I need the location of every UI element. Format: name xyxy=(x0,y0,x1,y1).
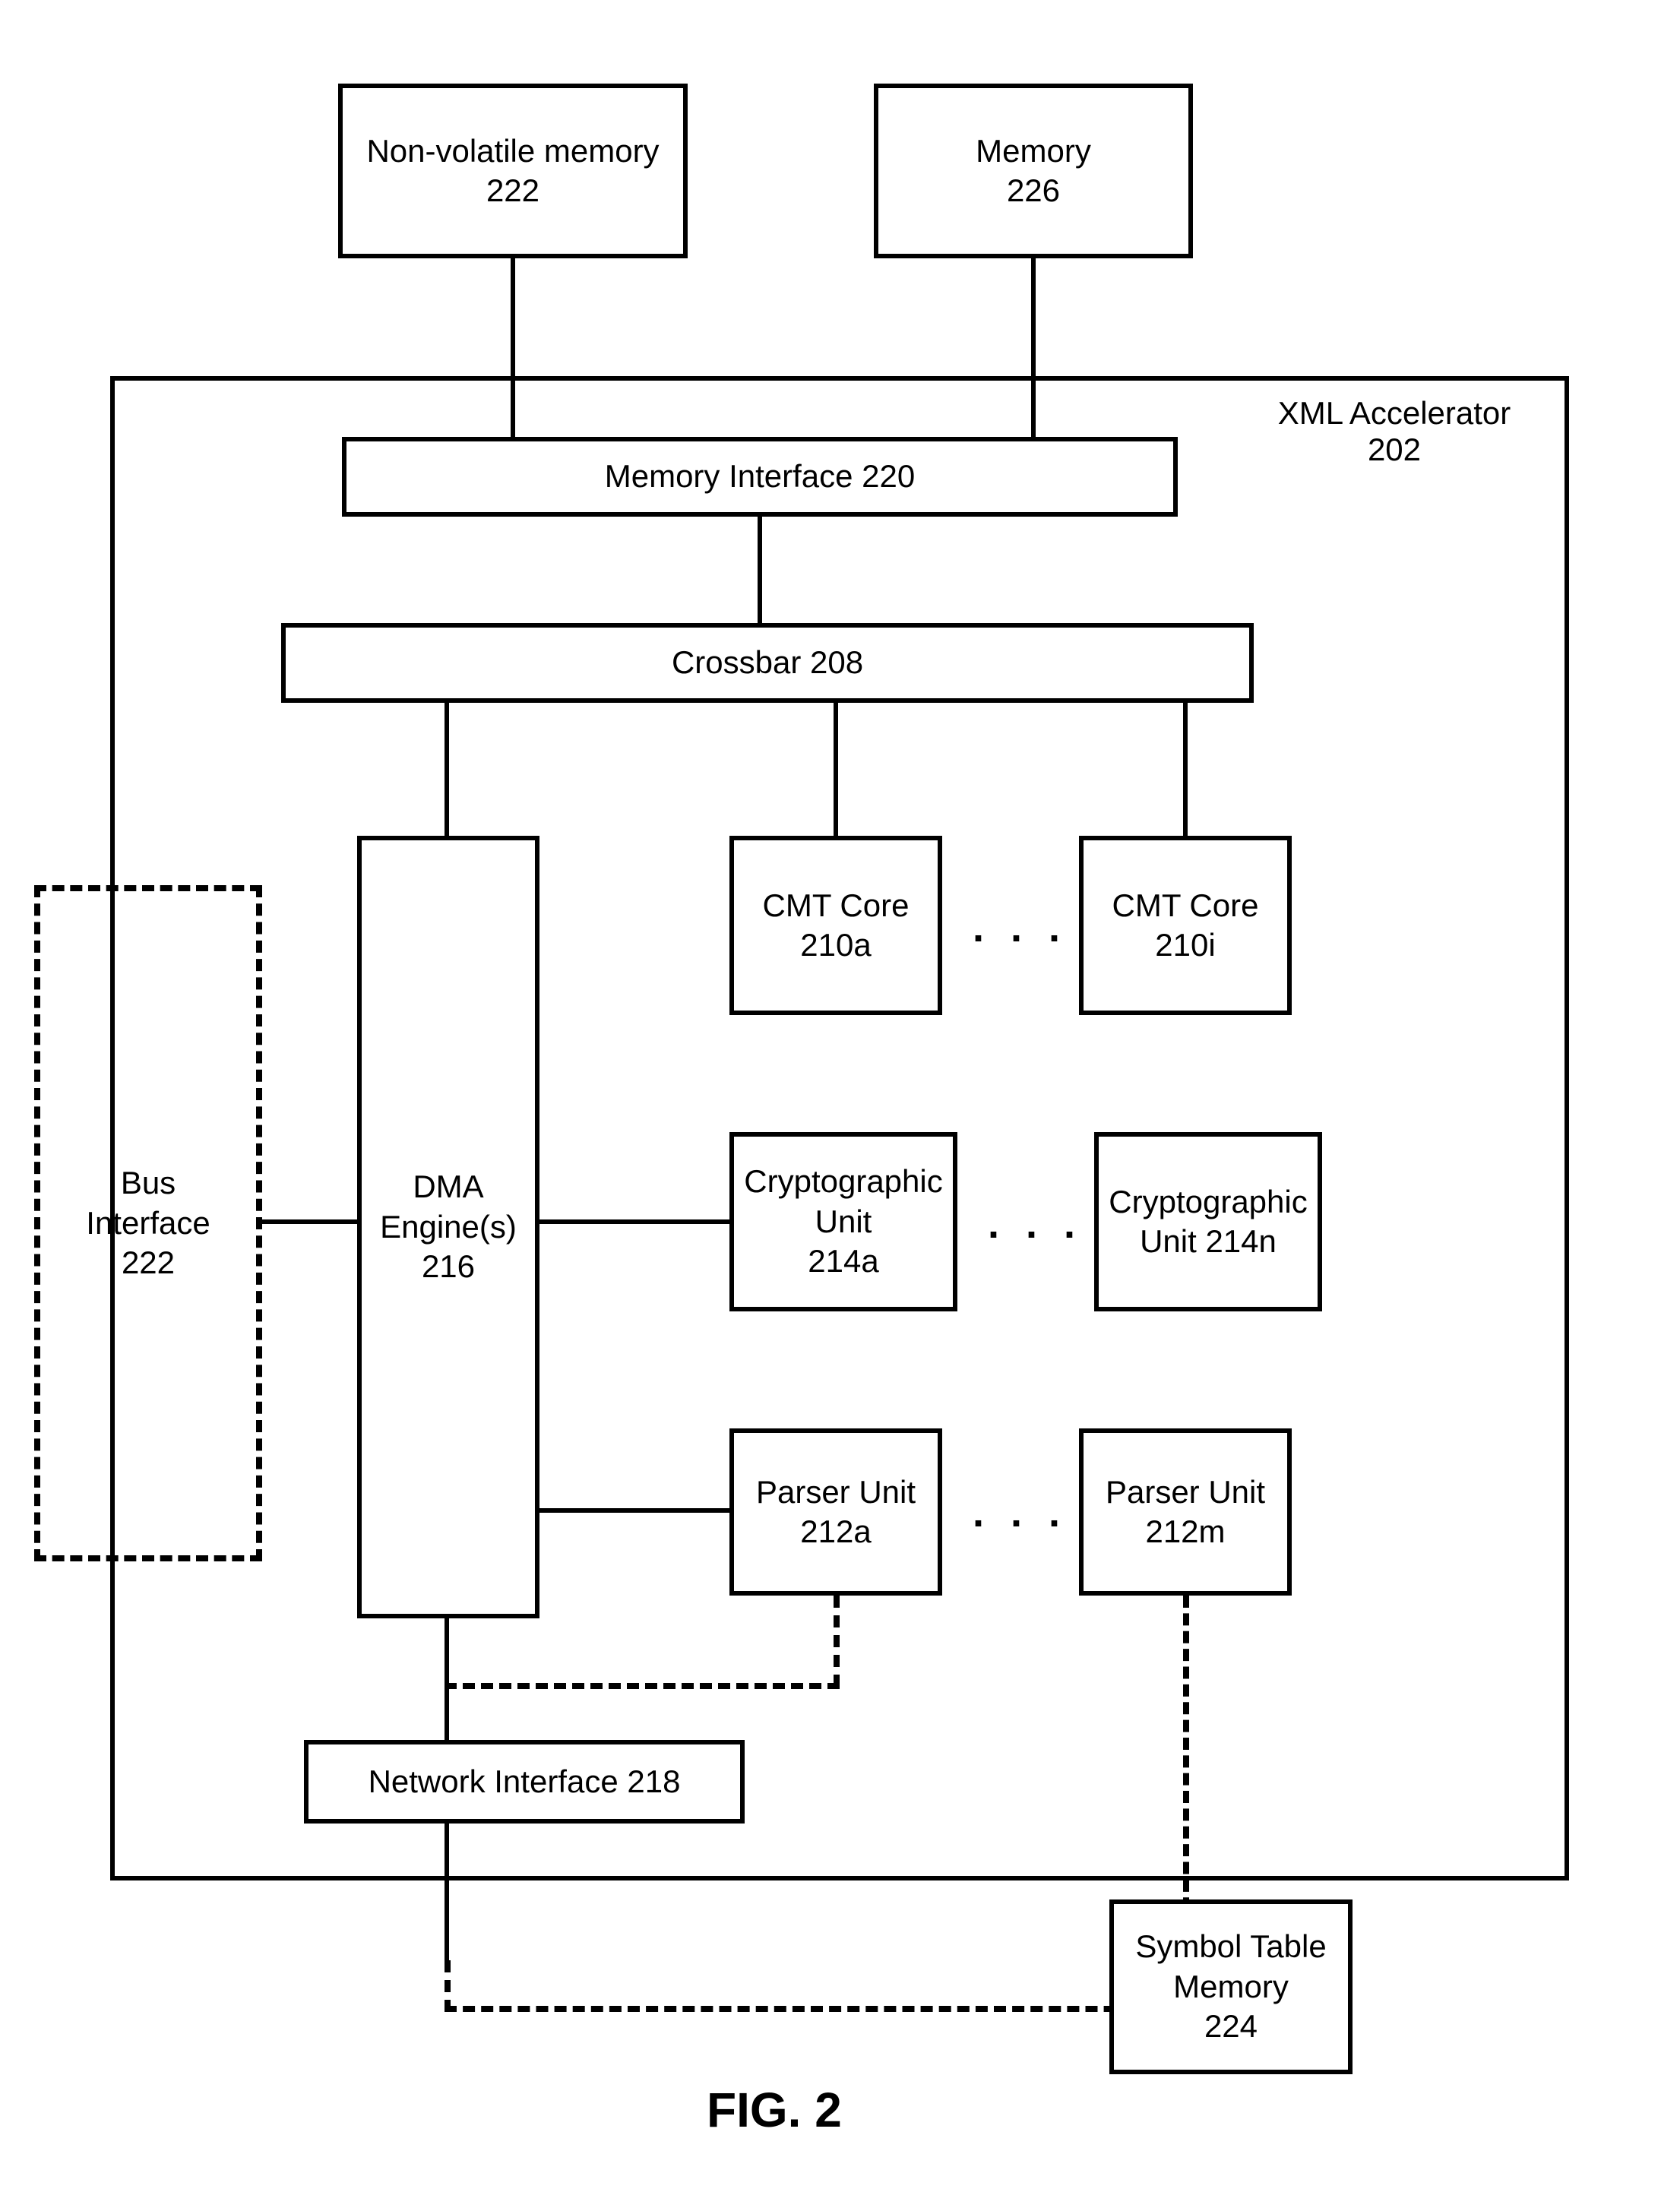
accelerator-title: XML Accelerator 202 xyxy=(1254,395,1535,468)
cmt-a-box: CMT Core 210a xyxy=(729,836,942,1015)
parser-m-ref: 212m xyxy=(1145,1512,1225,1552)
symbol-table-box: Symbol Table Memory 224 xyxy=(1109,1899,1353,2074)
parser-ellipsis: . . . xyxy=(973,1489,1068,1536)
crypto-a-ref: 214a xyxy=(808,1242,878,1282)
dline-to-symbol-h xyxy=(445,2006,1189,2012)
diagram-canvas: Non-volatile memory 222 Memory 226 XML A… xyxy=(0,0,1680,2211)
bus-if-ref: 222 xyxy=(122,1243,175,1283)
parser-a-box: Parser Unit 212a xyxy=(729,1428,942,1596)
nvmem-ref: 222 xyxy=(486,171,539,211)
crypto-a-box: Cryptographic Unit 214a xyxy=(729,1132,957,1311)
cmt-i-label: CMT Core xyxy=(1112,886,1259,926)
cmt-ellipsis: . . . xyxy=(973,904,1068,951)
crossbar-label: Crossbar 208 xyxy=(672,643,863,683)
bus-if-line2: Interface xyxy=(86,1204,210,1244)
accelerator-title-text: XML Accelerator xyxy=(1278,395,1511,431)
line-busif-dma xyxy=(262,1219,357,1224)
cmt-i-ref: 210i xyxy=(1155,925,1215,966)
symbol-table-ref: 224 xyxy=(1204,2007,1258,2047)
crypto-n-box: Cryptographic Unit 214n xyxy=(1094,1132,1322,1311)
parser-m-label: Parser Unit xyxy=(1106,1472,1265,1513)
accelerator-container xyxy=(110,376,1569,1880)
crypto-n-line2: Unit 214n xyxy=(1140,1222,1277,1262)
parser-m-box: Parser Unit 212m xyxy=(1079,1428,1292,1596)
dma-box: DMA Engine(s) 216 xyxy=(357,836,539,1618)
net-if-label: Network Interface 218 xyxy=(369,1762,681,1802)
symbol-table-line2: Memory xyxy=(1173,1967,1289,2007)
bus-if-line1: Bus xyxy=(121,1163,176,1204)
bus-if-box: Bus Interface 222 xyxy=(34,885,262,1561)
line-crossbar-dma xyxy=(445,703,449,836)
dline-below-netif-v xyxy=(445,1960,451,2012)
line-netif-out xyxy=(445,1824,449,1960)
nvmem-label: Non-volatile memory xyxy=(366,131,659,172)
mem-if-label: Memory Interface 220 xyxy=(605,457,916,497)
figure-title: FIG. 2 xyxy=(707,2082,842,2138)
dline-parser-a-down xyxy=(834,1596,840,1687)
line-dma-parser xyxy=(539,1508,729,1513)
line-dma-crypto xyxy=(539,1219,729,1224)
accelerator-ref: 202 xyxy=(1368,432,1421,467)
line-dma-netif xyxy=(445,1618,449,1740)
mem-if-box: Memory Interface 220 xyxy=(342,437,1178,517)
dline-parser-m-down xyxy=(1183,1596,1189,1945)
dma-line1: DMA xyxy=(413,1167,483,1207)
cmt-a-label: CMT Core xyxy=(763,886,910,926)
crypto-a-line2: Unit xyxy=(815,1202,872,1242)
crypto-ellipsis: . . . xyxy=(988,1200,1083,1248)
crossbar-box: Crossbar 208 xyxy=(281,623,1254,703)
dma-ref: 216 xyxy=(422,1247,475,1287)
parser-a-ref: 212a xyxy=(800,1512,871,1552)
net-if-box: Network Interface 218 xyxy=(304,1740,745,1824)
memory-box: Memory 226 xyxy=(874,84,1193,258)
dma-line2: Engine(s) xyxy=(380,1207,517,1248)
parser-a-label: Parser Unit xyxy=(756,1472,916,1513)
line-crossbar-cmta xyxy=(834,703,838,836)
line-memif-crossbar xyxy=(758,517,762,623)
symbol-table-line1: Symbol Table xyxy=(1135,1927,1326,1967)
dline-parsers-connect-h xyxy=(445,1683,840,1689)
crypto-n-line1: Cryptographic xyxy=(1109,1182,1307,1223)
memory-ref: 226 xyxy=(1007,171,1060,211)
cmt-i-box: CMT Core 210i xyxy=(1079,836,1292,1015)
memory-label: Memory xyxy=(976,131,1091,172)
crypto-a-line1: Cryptographic xyxy=(744,1162,942,1202)
nvmem-box: Non-volatile memory 222 xyxy=(338,84,688,258)
line-crossbar-cmti xyxy=(1183,703,1188,836)
cmt-a-ref: 210a xyxy=(800,925,871,966)
